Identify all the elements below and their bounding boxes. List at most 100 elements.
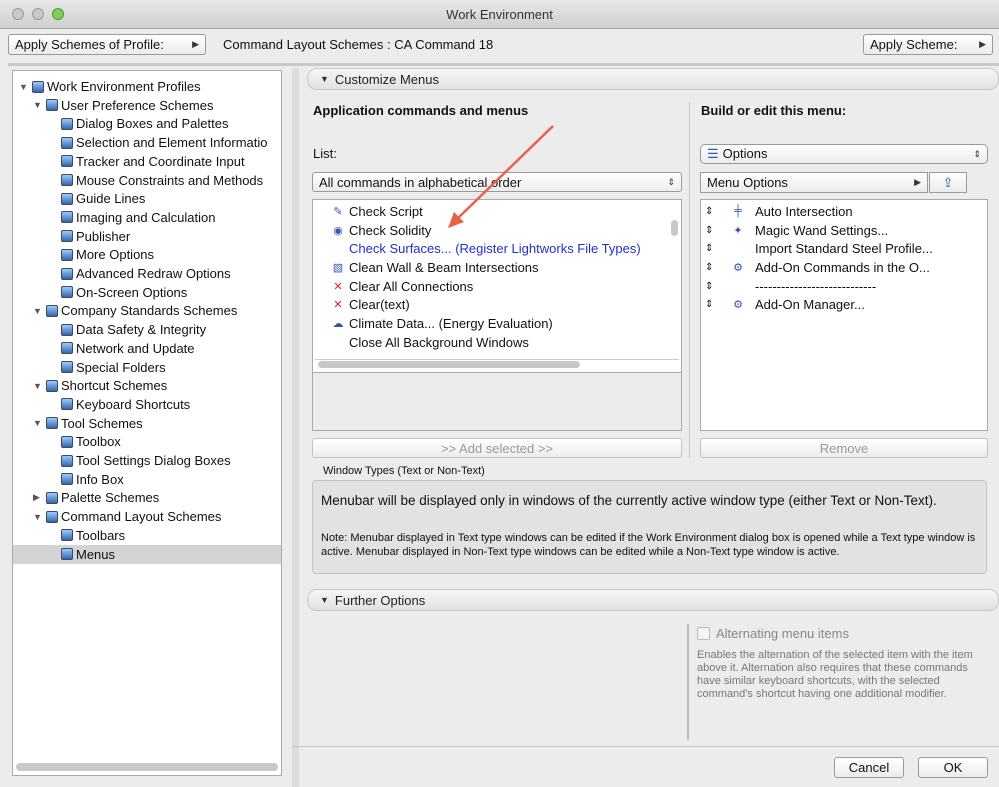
tree-item[interactable]: Menus: [13, 544, 281, 564]
disclosure-triangle-icon[interactable]: ▼: [33, 512, 46, 522]
command-preview: [313, 372, 681, 430]
tree-item[interactable]: Toolbars: [13, 526, 281, 545]
new-submenu-button[interactable]: ⇪: [929, 172, 967, 193]
add-selected-button[interactable]: >> Add selected >>: [312, 438, 682, 458]
remove-label: Remove: [819, 440, 869, 456]
cancel-label: Cancel: [848, 760, 890, 775]
command-item[interactable]: ☁ Climate Data... (Energy Evaluation): [331, 314, 676, 333]
header-label: Further Options: [334, 592, 426, 608]
tree-item-icon: [61, 323, 73, 336]
menu-items-list[interactable]: ⇕ ╪ Auto Intersection ⇕ ✦ Magic Wand Settings…: [700, 199, 988, 431]
tree-item[interactable]: Selection and Element Informatio: [13, 133, 281, 152]
tree-item[interactable]: Keyboard Shortcuts: [13, 395, 281, 414]
tree-item[interactable]: Guide Lines: [13, 189, 281, 208]
apply-profile-button[interactable]: Apply Schemes of Profile: ▶: [8, 34, 206, 55]
menu-item[interactable]: ⇕ Import Standard Steel Profile...: [705, 239, 985, 258]
menu-item[interactable]: ⇕ ✦ Magic Wand Settings...: [705, 221, 985, 240]
menu-select[interactable]: ☰ Options ⇕: [700, 144, 988, 164]
tree-item-icon: [61, 267, 73, 280]
menu-item[interactable]: ⇕ ╪ Auto Intersection: [705, 202, 985, 221]
window-types-box: Menubar will be displayed only in window…: [312, 480, 987, 574]
header-label: Customize Menus: [334, 71, 439, 87]
disclosure-triangle-icon[interactable]: ▼: [33, 306, 46, 316]
command-item[interactable]: ✕ Clear(text): [331, 295, 676, 314]
menu-item[interactable]: ⇕ ⚙ Add-On Manager...: [705, 295, 985, 314]
tree-item-label: Tracker and Coordinate Input: [76, 153, 245, 169]
drag-handle-icon[interactable]: ⇕: [705, 243, 731, 254]
tree-item-icon: [61, 230, 73, 243]
menu-icon: ☰: [707, 146, 719, 161]
disclosure-triangle-icon[interactable]: ▼: [19, 82, 32, 92]
tree-item[interactable]: ▶ Palette Schemes: [13, 488, 281, 507]
cancel-button[interactable]: Cancel: [834, 757, 904, 778]
tree-item[interactable]: Info Box: [13, 470, 281, 489]
tree-item[interactable]: Tool Settings Dialog Boxes: [13, 451, 281, 470]
drag-handle-icon[interactable]: ⇕: [705, 262, 731, 273]
tree-item[interactable]: ▼ User Preference Schemes: [13, 96, 281, 115]
tree-item[interactable]: Tracker and Coordinate Input: [13, 152, 281, 171]
left-title: Application commands and menus: [313, 103, 529, 118]
command-label: Clear All Connections: [349, 278, 474, 294]
tree-item-icon: [61, 454, 73, 467]
menu-item[interactable]: ⇕ ⚙ Add-On Commands in the O...: [705, 258, 985, 277]
drag-handle-icon[interactable]: ⇕: [705, 206, 731, 217]
addon-commands-icon: ⚙: [733, 261, 743, 274]
command-label: Clear(text): [349, 297, 410, 313]
tree-item[interactable]: On-Screen Options: [13, 283, 281, 302]
profiles-tree[interactable]: ▼ Work Environment Profiles ▼ User Preferen…: [12, 70, 282, 776]
tree-item[interactable]: Mouse Constraints and Methods: [13, 171, 281, 190]
ok-button[interactable]: OK: [918, 757, 988, 778]
tree-item[interactable]: Advanced Redraw Options: [13, 264, 281, 283]
drag-handle-icon[interactable]: ⇕: [705, 299, 731, 310]
tree-item-label: Tool Settings Dialog Boxes: [76, 453, 231, 468]
customize-menus-header[interactable]: ▼ Customize Menus: [307, 68, 999, 90]
magic-wand-icon: ✦: [733, 224, 743, 237]
tree-item-label: Imaging and Calculation: [76, 209, 216, 225]
commands-hscrollbar[interactable]: [318, 361, 580, 368]
tree-item[interactable]: Imaging and Calculation: [13, 208, 281, 227]
commands-vscrollbar[interactable]: [671, 220, 678, 236]
command-item[interactable]: ▧ Clean Wall & Beam Intersections: [331, 258, 676, 277]
tree-item-label: Advanced Redraw Options: [76, 266, 231, 281]
command-item[interactable]: ✕ Clear All Connections: [331, 277, 676, 296]
drag-handle-icon[interactable]: ⇕: [705, 225, 731, 236]
further-options-header[interactable]: ▼ Further Options: [307, 589, 999, 611]
apply-scheme-button[interactable]: Apply Scheme: ▶: [863, 34, 993, 55]
list-label: List:: [313, 146, 337, 161]
tree-item-label: Selection and Element Informatio: [76, 135, 268, 151]
clean-intersections-icon: ▧: [332, 261, 344, 274]
drag-handle-icon[interactable]: ⇕: [705, 281, 731, 292]
disclosure-triangle-icon[interactable]: ▼: [33, 418, 46, 428]
command-item[interactable]: Close All Background Windows: [331, 333, 676, 352]
alternating-checkbox-row[interactable]: Alternating menu items: [697, 626, 849, 641]
window-types-note: Note: Menubar displayed in Text type win…: [321, 532, 976, 558]
submenu-label: Menu Options: [707, 175, 788, 190]
disclosure-triangle-icon[interactable]: ▼: [33, 381, 46, 391]
tree-item-icon: [46, 491, 58, 504]
tree-item[interactable]: Dialog Boxes and Palettes: [13, 114, 281, 133]
submenu-button[interactable]: Menu Options ▶: [700, 172, 928, 193]
tree-scrollbar[interactable]: [16, 763, 278, 771]
tree-item[interactable]: ▼ Tool Schemes: [13, 414, 281, 433]
tree-item[interactable]: ▼ Shortcut Schemes: [13, 376, 281, 395]
tree-item[interactable]: Data Safety & Integrity: [13, 320, 281, 339]
divider: [689, 102, 690, 458]
tree-item[interactable]: More Options: [13, 245, 281, 264]
remove-button[interactable]: Remove: [700, 438, 988, 458]
disclosure-triangle-icon[interactable]: ▼: [33, 100, 46, 110]
command-item[interactable]: Check Surfaces... (Register Lightworks F…: [331, 239, 676, 258]
disclosure-triangle-icon[interactable]: ▶: [33, 492, 46, 503]
tree-item[interactable]: ▼ Command Layout Schemes: [13, 507, 281, 526]
tree-item[interactable]: Toolbox: [13, 432, 281, 451]
menu-item[interactable]: ⇕ ----------------------------: [705, 277, 985, 296]
tree-item[interactable]: Network and Update: [13, 339, 281, 358]
splitter[interactable]: [292, 68, 299, 787]
tree-item[interactable]: Special Folders: [13, 358, 281, 377]
divider: [687, 624, 689, 740]
tree-item[interactable]: ▼ Work Environment Profiles: [13, 77, 281, 96]
alternating-checkbox[interactable]: [697, 627, 710, 640]
tree-item[interactable]: ▼ Company Standards Schemes: [13, 301, 281, 320]
tree-item[interactable]: Publisher: [13, 227, 281, 246]
tree-item-label: More Options: [76, 247, 155, 263]
tree-item-label: Toolbox: [76, 434, 121, 450]
